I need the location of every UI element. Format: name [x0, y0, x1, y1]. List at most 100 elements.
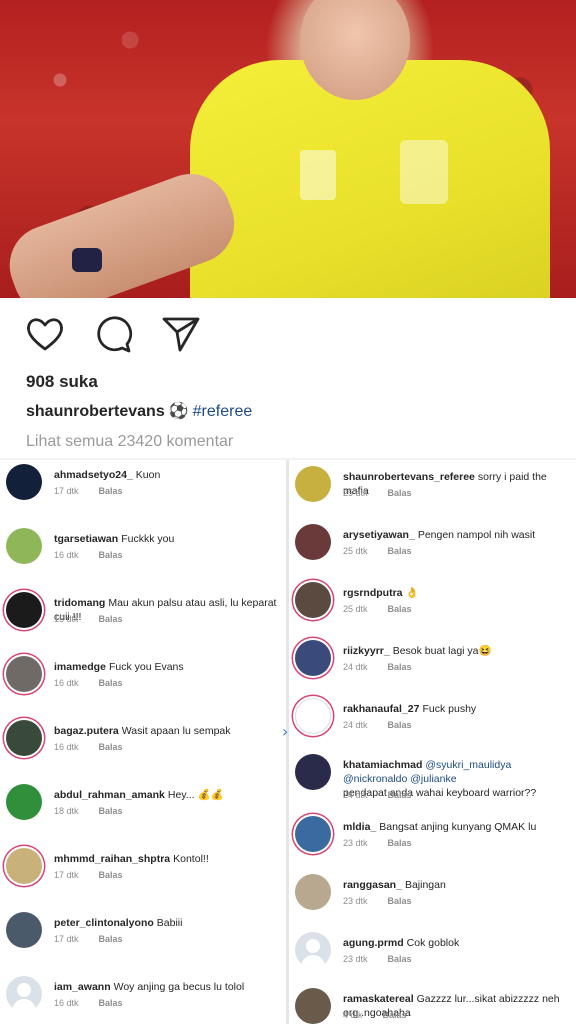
comment-text: rakhanaufal_27 Fuck pushy [343, 702, 572, 716]
comment-icon[interactable] [92, 314, 134, 354]
comment-meta: 18 dtk Balas [54, 806, 123, 816]
reply-button[interactable]: Balas [388, 604, 412, 614]
comment-username[interactable]: riizkyyrr_ [343, 645, 390, 657]
comment-username[interactable]: mldia_ [343, 821, 376, 833]
comment-username[interactable]: ramaskatereal [343, 993, 414, 1005]
comment-text: iam_awann Woy anjing ga becus lu tolol [54, 980, 282, 994]
avatar[interactable] [295, 466, 331, 502]
caption-username[interactable]: shaunrobertevans [26, 403, 165, 420]
avatar[interactable] [6, 848, 42, 884]
comment-username[interactable]: bagaz.putera [54, 725, 119, 737]
comment-item: tridomang Mau akun palsu atau asli, lu ke… [0, 592, 286, 652]
reply-button[interactable]: Balas [99, 486, 123, 496]
avatar[interactable] [6, 976, 42, 1012]
reply-button[interactable]: Balas [99, 934, 123, 944]
reply-button[interactable]: Balas [99, 742, 123, 752]
sponsor-badge [300, 150, 336, 200]
comment-body: Fuck you Evans [108, 661, 184, 673]
soccer-ball-emoji: ⚽ [168, 403, 189, 420]
reply-button[interactable]: Balas [383, 1010, 407, 1020]
comment-username[interactable]: agung.prmd [343, 937, 404, 949]
comment-username[interactable]: iam_awann [54, 981, 111, 993]
avatar[interactable] [295, 698, 331, 734]
reply-button[interactable]: Balas [99, 678, 123, 688]
post-panel: 908 suka shaunrobertevans ⚽ #referee Lihat… [0, 298, 576, 458]
comment-meta: 25 dtk Balas [343, 488, 412, 498]
likes-count[interactable]: 908 suka [26, 372, 98, 392]
comment-username[interactable]: abdul_rahman_amank [54, 789, 165, 801]
avatar[interactable] [295, 754, 331, 790]
comment-time: 24 dtk [343, 720, 368, 730]
reply-button[interactable]: Balas [388, 838, 412, 848]
comment-time: 25 dtk [343, 604, 368, 614]
avatar[interactable] [6, 912, 42, 948]
avatar[interactable] [295, 524, 331, 560]
comment-username[interactable]: ranggasan_ [343, 879, 402, 891]
share-icon[interactable] [160, 314, 202, 354]
reply-button[interactable]: Balas [99, 550, 123, 560]
reply-button[interactable]: Balas [99, 614, 123, 624]
avatar[interactable] [295, 640, 331, 676]
comment-item: mhmmd_raihan_shptra Kontol!! 17 dtk Balas [0, 848, 286, 908]
comment-item: rakhanaufal_27 Fuck pushy 24 dtk Balas [289, 698, 576, 758]
comment-username[interactable]: imamedge [54, 661, 106, 673]
avatar[interactable] [295, 932, 331, 968]
comment-meta: 16 dtk Balas [54, 550, 123, 560]
federation-crest [400, 140, 448, 204]
avatar[interactable] [295, 582, 331, 618]
comment-item: peter_clintonalyono Babiii 17 dtk Balas [0, 912, 286, 972]
comment-meta: 24 dtk Balas [343, 790, 412, 800]
comment-meta: 24 dtk Balas [343, 662, 412, 672]
comment-item: bagaz.putera Wasit apaan lu sempak 16 dtk B… [0, 720, 286, 780]
reply-button[interactable]: Balas [388, 546, 412, 556]
avatar[interactable] [295, 874, 331, 910]
avatar[interactable] [6, 720, 42, 756]
caption-hashtag[interactable]: #referee [193, 403, 253, 420]
view-all-comments-link[interactable]: Lihat semua 23420 komentar [26, 433, 233, 451]
comment-meta: 25 dtk Balas [343, 546, 412, 556]
avatar[interactable] [6, 656, 42, 692]
reply-button[interactable]: Balas [388, 662, 412, 672]
post-image[interactable] [0, 0, 576, 298]
reply-button[interactable]: Balas [388, 720, 412, 730]
avatar[interactable] [6, 464, 42, 500]
caption: shaunrobertevans ⚽ #referee [26, 401, 252, 421]
comment-text: mldia_ Bangsat anjing kunyang QMAK lu [343, 820, 572, 834]
comment-time: 16 dtk [54, 742, 79, 752]
comment-meta: 23 dtk Balas [343, 954, 412, 964]
comment-time: 16 dtk [54, 550, 79, 560]
comment-username[interactable]: arysetiyawan_ [343, 529, 415, 541]
comment-body: Pengen nampol nih wasit [417, 529, 536, 541]
comment-item: riizkyyrr_ Besok buat lagi ya😆 24 dtk Balas [289, 640, 576, 700]
comment-time: 23 dtk [343, 896, 368, 906]
comment-username[interactable]: tridomang [54, 597, 105, 609]
comment-item: imamedge Fuck you Evans 16 dtk Balas [0, 656, 286, 716]
reply-button[interactable]: Balas [388, 954, 412, 964]
reply-button[interactable]: Balas [388, 896, 412, 906]
comment-username[interactable]: khatamiachmad [343, 759, 422, 771]
comment-time: 25 dtk [343, 546, 368, 556]
comments-left-column: ahmadsetyo24_ Kuon 17 dtk Balas tgarsetiawan… [0, 460, 286, 1024]
avatar[interactable] [295, 816, 331, 852]
comment-text: peter_clintonalyono Babiii [54, 916, 282, 930]
comment-username[interactable]: shaunrobertevans_referee [343, 471, 475, 483]
avatar[interactable] [6, 592, 42, 628]
avatar[interactable] [6, 784, 42, 820]
reply-button[interactable]: Balas [388, 488, 412, 498]
reply-button[interactable]: Balas [388, 790, 412, 800]
avatar[interactable] [6, 528, 42, 564]
comment-username[interactable]: mhmmd_raihan_shptra [54, 853, 170, 865]
reply-button[interactable]: Balas [99, 870, 123, 880]
comment-username[interactable]: rakhanaufal_27 [343, 703, 419, 715]
comment-time: 24 dtk [343, 790, 368, 800]
comment-username[interactable]: peter_clintonalyono [54, 917, 154, 929]
comment-item: shaunrobertevans_referee sorry i paid the… [289, 466, 576, 526]
avatar[interactable] [295, 988, 331, 1024]
comment-username[interactable]: ahmadsetyo24_ [54, 469, 133, 481]
comment-meta: 4 dtk Balas [343, 1010, 407, 1020]
heart-icon[interactable] [24, 314, 66, 354]
reply-button[interactable]: Balas [99, 998, 123, 1008]
comment-username[interactable]: rgsrndputra [343, 587, 403, 599]
reply-button[interactable]: Balas [99, 806, 123, 816]
comment-username[interactable]: tgarsetiawan [54, 533, 118, 545]
